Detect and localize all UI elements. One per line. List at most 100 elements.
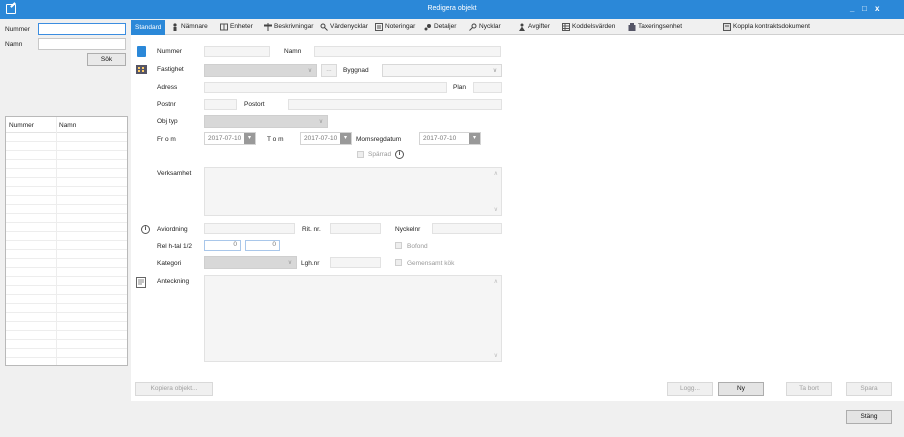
scroll-down-icon[interactable]: ∨ [494, 352, 498, 359]
table-row[interactable] [6, 322, 127, 331]
table-row[interactable] [6, 133, 127, 142]
search-namn-input[interactable] [38, 38, 126, 50]
table-row[interactable] [6, 187, 127, 196]
from-date-picker[interactable]: 2017-07-10 ▾ [204, 132, 256, 145]
nyckelnr-field[interactable] [432, 223, 502, 234]
relhtal1-field[interactable]: 0 [204, 240, 241, 251]
title-bar: Redigera objekt _ □ x [0, 0, 904, 19]
table-row[interactable] [6, 295, 127, 304]
table-row[interactable] [6, 286, 127, 295]
stang-button[interactable]: Stäng [846, 410, 892, 424]
tab-nycklar[interactable]: Nycklar [469, 21, 501, 34]
nummer-field[interactable] [204, 46, 270, 57]
table-row[interactable] [6, 169, 127, 178]
table-row[interactable] [6, 340, 127, 349]
gemensamt-kok-checkbox[interactable] [395, 259, 402, 266]
postort-field[interactable] [288, 99, 502, 110]
relhtal2-field[interactable]: 0 [245, 240, 280, 251]
table-row[interactable] [6, 232, 127, 241]
tom-date-picker[interactable]: 2017-07-10 ▾ [300, 132, 352, 145]
table-row[interactable] [6, 178, 127, 187]
verksamhet-textarea[interactable]: ∧ ∨ [204, 167, 502, 216]
tab-beskrivningar[interactable]: Beskrivningar [264, 21, 313, 34]
tab-taxeringsenhet[interactable]: Taxeringsenhet [628, 21, 682, 34]
scroll-up-icon[interactable]: ∧ [494, 278, 498, 285]
ny-button[interactable]: Ny [718, 382, 764, 396]
minimize-button[interactable]: _ [850, 4, 854, 13]
table-row[interactable] [6, 304, 127, 313]
tab-koddelsvarden[interactable]: Koddelsvärden [562, 21, 615, 34]
tab-label: Värdenycklar [330, 23, 368, 30]
tab-label: Nycklar [479, 23, 501, 30]
bofond-checkbox[interactable] [395, 242, 402, 249]
fastighet-label: Fastighet [157, 66, 184, 73]
table-row[interactable] [6, 349, 127, 358]
chevron-down-icon[interactable]: ▾ [340, 133, 351, 144]
table-row[interactable] [6, 160, 127, 169]
details-icon [424, 24, 431, 31]
table-row[interactable] [6, 205, 127, 214]
scroll-up-icon[interactable]: ∧ [494, 170, 498, 177]
column-header-namn[interactable]: Namn [59, 122, 76, 129]
close-button[interactable]: x [875, 4, 879, 13]
kategori-select[interactable]: ∨ [204, 256, 297, 269]
info-icon[interactable]: i [395, 150, 404, 159]
column-header-nummer[interactable]: Nummer [9, 122, 34, 129]
tab-label: Enheter [230, 23, 253, 30]
plan-field[interactable] [473, 82, 502, 93]
table-row[interactable] [6, 250, 127, 259]
table-row[interactable] [6, 259, 127, 268]
info-icon[interactable]: i [141, 225, 150, 234]
ta-bort-button[interactable]: Ta bort [786, 382, 832, 396]
anteckning-textarea[interactable]: ∧ ∨ [204, 275, 502, 362]
tab-label: Taxeringsenhet [638, 23, 683, 30]
table-row[interactable] [6, 313, 127, 322]
table-row[interactable] [6, 241, 127, 250]
fastighet-browse-button[interactable]: ... [321, 64, 337, 77]
tab-vardenycklar[interactable]: Värdenycklar [320, 21, 368, 34]
table-row[interactable] [6, 196, 127, 205]
tab-noteringar[interactable]: Noteringar [375, 21, 415, 34]
scroll-down-icon[interactable]: ∨ [494, 206, 498, 213]
table-row[interactable] [6, 223, 127, 232]
postnr-field[interactable] [204, 99, 237, 110]
maximize-button[interactable]: □ [862, 4, 867, 13]
table-row[interactable] [6, 277, 127, 286]
logg-button[interactable]: Logg... [667, 382, 713, 396]
sparrad-checkbox[interactable] [357, 151, 364, 158]
aviordning-field[interactable] [204, 223, 295, 234]
grid-header: Nummer Namn [6, 117, 127, 133]
table-row[interactable] [6, 331, 127, 340]
chevron-down-icon[interactable]: ▾ [469, 133, 480, 144]
window-title: Redigera objekt [427, 5, 477, 12]
tab-label: Standard [135, 24, 162, 31]
tab-enheter[interactable]: Enheter [220, 21, 253, 34]
fastighet-select[interactable]: ∨ [204, 64, 317, 77]
tab-detaljer[interactable]: Detaljer [424, 21, 456, 34]
bottom-bar: Kopiera objekt... Logg... Ny Ta bort Spa… [0, 382, 904, 437]
verksamhet-label: Verksamhet [157, 170, 192, 177]
momsregdatum-date-picker[interactable]: 2017-07-10 ▾ [419, 132, 481, 145]
table-row[interactable] [6, 142, 127, 151]
kopiera-objekt-button[interactable]: Kopiera objekt... [135, 382, 213, 396]
sok-button[interactable]: Sök [87, 53, 126, 66]
objtyp-select[interactable]: ∨ [204, 115, 328, 128]
tab-namnare[interactable]: Nämnare [171, 21, 208, 34]
lghnr-field[interactable] [330, 257, 381, 268]
ritnr-field[interactable] [330, 223, 381, 234]
postort-label: Postort [244, 101, 265, 108]
table-row[interactable] [6, 151, 127, 160]
tab-avgifter[interactable]: Avgifter [518, 21, 550, 34]
results-grid[interactable]: Nummer Namn [5, 116, 128, 366]
chevron-down-icon: ∨ [307, 68, 313, 74]
table-row[interactable] [6, 214, 127, 223]
adress-field[interactable] [204, 82, 447, 93]
chevron-down-icon[interactable]: ▾ [244, 133, 255, 144]
namn-field[interactable] [314, 46, 501, 57]
tab-koppla-kontraktsdokument[interactable]: Koppla kontraktsdokument [723, 21, 810, 34]
tab-standard[interactable]: Standard [131, 20, 166, 35]
spara-button[interactable]: Spara [846, 382, 892, 396]
byggnad-select[interactable]: ∨ [382, 64, 502, 77]
search-nummer-input[interactable] [38, 23, 126, 35]
table-row[interactable] [6, 268, 127, 277]
